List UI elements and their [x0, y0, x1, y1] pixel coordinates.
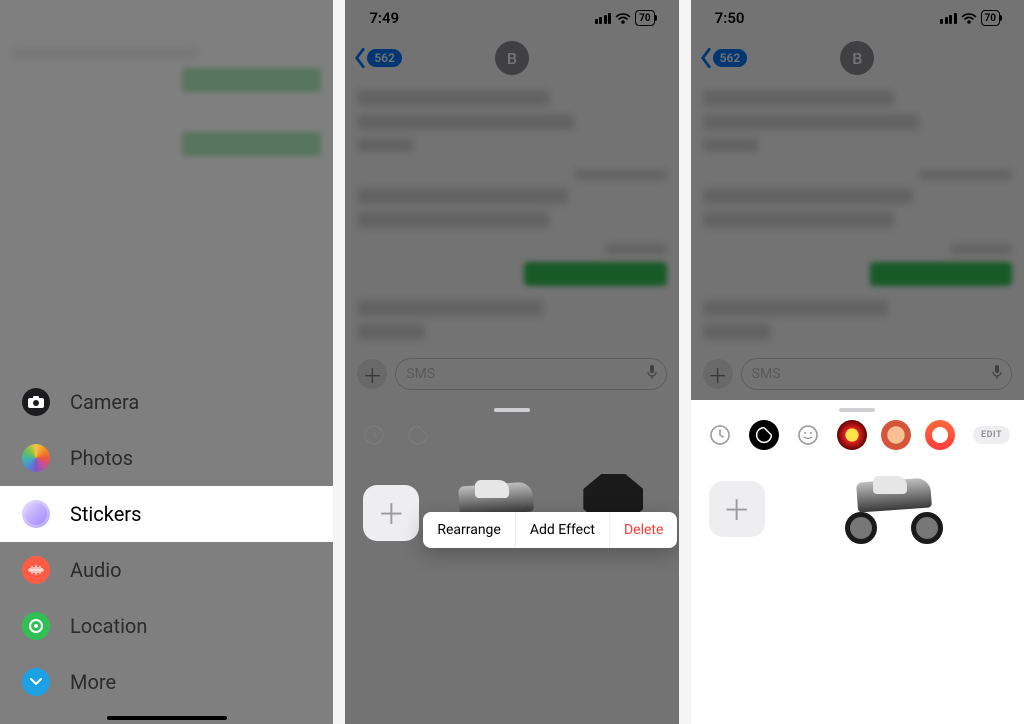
status-bar [0, 0, 333, 36]
camera-icon [22, 388, 50, 416]
add-sticker-button[interactable]: ＋ [363, 485, 419, 541]
sheet-label: Audio [70, 558, 122, 582]
app-drawer-sheet: Camera Photos Stickers Audio Location Mo… [0, 374, 333, 724]
recents-tab-icon[interactable] [705, 420, 735, 450]
sheet-row-audio[interactable]: Audio [0, 542, 333, 598]
sheet-grabber[interactable] [839, 408, 875, 412]
sticker-tabs [345, 416, 678, 456]
sheet-label: Location [70, 614, 147, 638]
home-indicator [107, 716, 227, 720]
sheet-row-more[interactable]: More [0, 654, 333, 710]
add-sticker-button[interactable]: ＋ [709, 481, 765, 537]
sticker-motorcycle[interactable] [839, 474, 949, 544]
sheet-label: More [70, 670, 116, 694]
more-chevron-icon [22, 668, 50, 696]
screenshot-panel-1: Camera Photos Stickers Audio Location Mo… [0, 0, 333, 724]
sticker-tray: ＋ [345, 400, 678, 612]
stickers-tab-icon[interactable] [403, 420, 433, 450]
sticker-pack-2-icon[interactable] [881, 420, 911, 450]
sticker-tray: EDIT ＋ [691, 400, 1024, 604]
stickers-tab-icon[interactable] [749, 420, 779, 450]
edit-button[interactable]: EDIT [973, 426, 1010, 444]
sticker-grid: ＋ [691, 456, 1024, 604]
sheet-row-camera[interactable]: Camera [0, 374, 333, 430]
photos-icon [22, 444, 50, 472]
sheet-label: Photos [70, 446, 133, 470]
emoji-tab-icon[interactable] [793, 420, 823, 450]
sheet-row-location[interactable]: Location [0, 598, 333, 654]
sticker-pack-1-icon[interactable] [837, 420, 867, 450]
sheet-row-photos[interactable]: Photos [0, 430, 333, 486]
sticker-pack-3-icon[interactable] [925, 420, 955, 450]
ctx-rearrange[interactable]: Rearrange [423, 512, 516, 548]
dim-overlay [345, 0, 678, 724]
sticker-context-menu: Rearrange Add Effect Delete [423, 512, 677, 548]
screenshot-panel-3: 7:50 70 562 B ＋ SMS [691, 0, 1024, 724]
ctx-delete[interactable]: Delete [610, 512, 677, 548]
sheet-row-stickers[interactable]: Stickers [0, 486, 333, 542]
ctx-add-effect[interactable]: Add Effect [516, 512, 610, 548]
messages-area-dimmed [0, 36, 333, 160]
screenshot-panel-2: 7:49 70 562 B ＋ SMS [345, 0, 678, 724]
stickers-icon [22, 500, 50, 528]
audio-icon [22, 556, 50, 584]
location-icon [22, 612, 50, 640]
sheet-grabber[interactable] [494, 408, 530, 412]
recents-tab-icon[interactable] [359, 420, 389, 450]
sticker-tabs: EDIT [691, 416, 1024, 456]
sheet-label: Stickers [70, 502, 141, 526]
sheet-label: Camera [70, 390, 139, 414]
